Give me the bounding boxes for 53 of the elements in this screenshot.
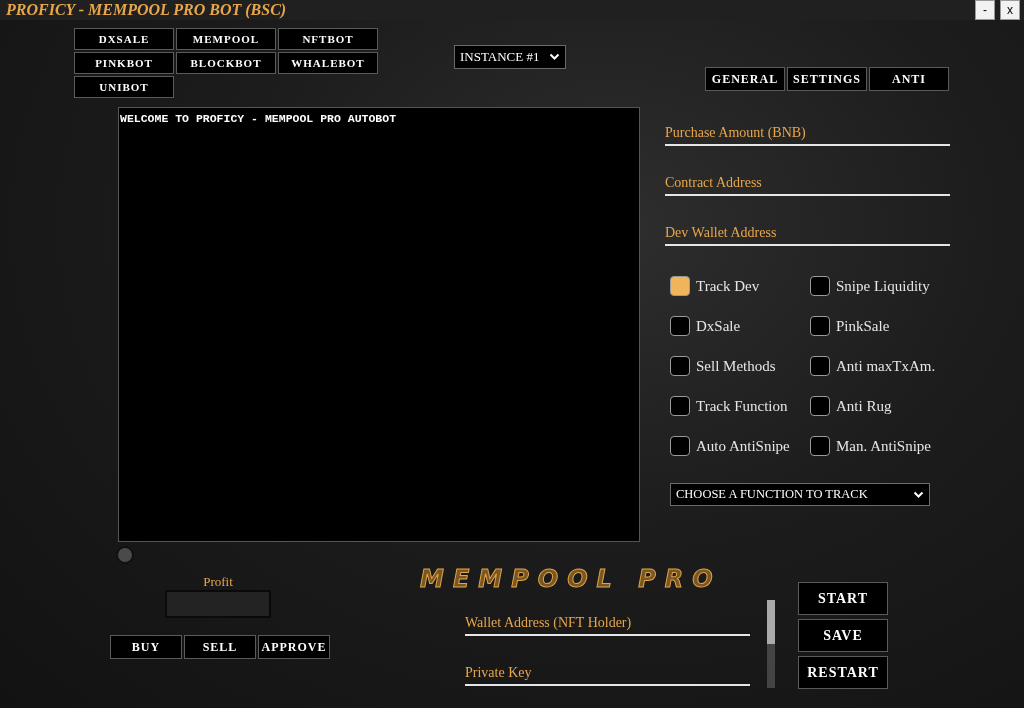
checkbox[interactable] <box>810 316 830 336</box>
checkbox-label: Anti maxTxAm. <box>836 357 936 375</box>
bot-tab[interactable]: MEMPOOL <box>176 28 276 50</box>
input-field[interactable]: Wallet Address (NFT Holder) <box>465 612 750 636</box>
input-field[interactable]: Contract Address <box>665 172 950 196</box>
bot-tab[interactable]: WHALEBOT <box>278 52 378 74</box>
bot-tab[interactable]: NFTBOT <box>278 28 378 50</box>
scrollbar[interactable] <box>767 600 775 688</box>
tab[interactable]: GENERAL <box>705 67 785 91</box>
console-line: WELCOME TO PROFICY - MEMPOOL PRO AUTOBOT <box>120 112 398 125</box>
window-control-button[interactable]: x <box>1000 0 1020 20</box>
action-button[interactable]: SAVE <box>798 619 888 652</box>
checkbox[interactable] <box>810 356 830 376</box>
bot-tab[interactable]: BLOCKBOT <box>176 52 276 74</box>
checkbox[interactable] <box>810 396 830 416</box>
checkbox[interactable] <box>670 436 690 456</box>
chevron-down-icon <box>913 490 924 499</box>
trade-button[interactable]: APPROVE <box>258 635 330 659</box>
input-field[interactable]: Private Key <box>465 662 750 686</box>
checkbox[interactable] <box>810 276 830 296</box>
tab[interactable]: SETTINGS <box>787 67 867 91</box>
function-dropdown[interactable]: CHOOSE A FUNCTION TO TRACK <box>670 483 930 506</box>
trade-button[interactable]: BUY <box>110 635 182 659</box>
checkbox[interactable] <box>670 316 690 336</box>
action-button[interactable]: RESTART <box>798 656 888 689</box>
checkbox-label: PinkSale <box>836 317 890 335</box>
action-button[interactable]: START <box>798 582 888 615</box>
instance-dropdown[interactable]: INSTANCE #1 <box>454 45 566 69</box>
checkbox[interactable] <box>670 396 690 416</box>
checkbox-label: Snipe Liquidity <box>836 277 930 295</box>
checkbox-label: Auto AntiSnipe <box>696 437 790 455</box>
bot-tab[interactable]: UNIBOT <box>74 76 174 98</box>
checkbox[interactable] <box>670 276 690 296</box>
checkbox[interactable] <box>670 356 690 376</box>
input-field[interactable]: Dev Wallet Address <box>665 222 950 246</box>
window-control-button[interactable]: - <box>975 0 995 20</box>
checkbox-label: Anti Rug <box>836 397 892 415</box>
profit-label: Profit <box>203 574 233 590</box>
checkbox-label: Track Function <box>696 397 788 415</box>
trade-button[interactable]: SELL <box>184 635 256 659</box>
checkbox[interactable] <box>810 436 830 456</box>
status-indicator-icon <box>116 546 134 564</box>
window-title: PROFICY - MEMPOOL PRO BOT (BSC) <box>6 1 287 19</box>
checkbox-label: Man. AntiSnipe <box>836 437 931 455</box>
checkbox-label: DxSale <box>696 317 741 335</box>
checkbox-label: Track Dev <box>696 277 760 295</box>
checkbox-label: Sell Methods <box>696 357 776 375</box>
chevron-down-icon <box>549 53 560 61</box>
input-field[interactable]: Purchase Amount (BNB) <box>665 122 950 146</box>
bot-tab[interactable]: PINKBOT <box>74 52 174 74</box>
tab[interactable]: ANTI <box>869 67 949 91</box>
logo-text: MEMPOOL PRO <box>420 566 723 592</box>
bot-tab[interactable]: DXSALE <box>74 28 174 50</box>
